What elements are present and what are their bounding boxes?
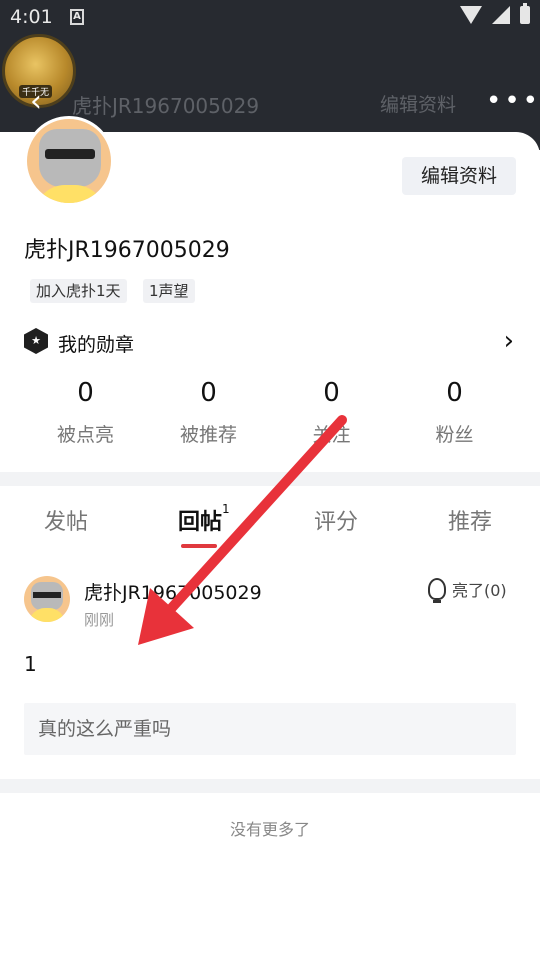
post-timestamp: 刚刚 [84,611,115,629]
post-content: 1 [24,652,37,676]
stat-label: 粉丝 [435,424,474,446]
more-icon[interactable]: ••• [486,86,540,116]
join-days-tag: 加入虎扑1天 [30,279,127,303]
avatar-body [29,608,65,622]
status-bar: 4:01 A [0,0,540,36]
status-time: 4:01 [10,6,53,28]
back-icon[interactable]: ‹ [30,84,42,119]
avatar[interactable] [24,116,114,206]
lightbulb-icon [428,578,446,603]
active-tab-indicator [181,544,217,548]
avatar-glasses [33,592,61,598]
tab-replies-count: 1 [222,502,230,516]
battery-icon [520,3,530,24]
my-medals-row[interactable]: ★ 我的勋章 › [24,326,516,358]
section-divider [0,779,540,793]
stat-label: 被点亮 [56,424,114,446]
quoted-post[interactable]: 真的这么严重吗 [24,703,516,755]
light-count: 亮了(0) [452,581,507,600]
stat-following[interactable]: 0 关注 [270,378,393,458]
username: 虎扑JR1967005029 [24,238,230,263]
stat-followers[interactable]: 0 粉丝 [393,378,516,458]
nav-edit-profile[interactable]: 编辑资料 [380,90,456,117]
stats-row: 0 被点亮 0 被推荐 0 关注 0 粉丝 [24,378,516,458]
tab-replies-label: 回帖 [178,510,223,535]
stat-label: 被推荐 [179,424,237,446]
stat-number: 0 [323,378,340,408]
tab-ratings[interactable]: 评分 [314,504,358,536]
notification-icon: A [70,9,84,25]
no-more-text: 没有更多了 [229,820,310,839]
my-medals-label: 我的勋章 [58,334,135,356]
nav-title: 虎扑JR1967005029 [72,94,260,118]
stat-number: 0 [77,378,94,408]
section-divider [0,472,540,486]
edit-profile-button[interactable]: 编辑资料 [402,157,516,195]
tab-posts[interactable]: 发帖 [44,504,88,536]
post-author-name[interactable]: 虎扑JR1967005029 [84,578,262,605]
stat-number: 0 [446,378,463,408]
stat-recommended[interactable]: 0 被推荐 [147,378,270,458]
reputation-tag[interactable]: 1声望 [143,279,195,303]
avatar-body [35,185,105,203]
light-button[interactable]: 亮了(0) [428,577,507,603]
tab-recommend[interactable]: 推荐 [448,504,492,536]
tab-replies[interactable]: 回帖1 [178,502,230,536]
post-author-avatar[interactable] [24,576,70,622]
chevron-right-icon: › [503,326,514,356]
stat-number: 0 [200,378,217,408]
signal-icon [492,6,510,24]
stat-label: 关注 [312,424,351,446]
medal-hex-icon: ★ [24,328,48,354]
status-icons [460,3,530,24]
avatar-glasses [45,149,95,159]
wifi-icon [460,6,482,24]
stat-lit[interactable]: 0 被点亮 [24,378,147,458]
tab-bar: 发帖 回帖1 评分 推荐 [0,496,540,554]
